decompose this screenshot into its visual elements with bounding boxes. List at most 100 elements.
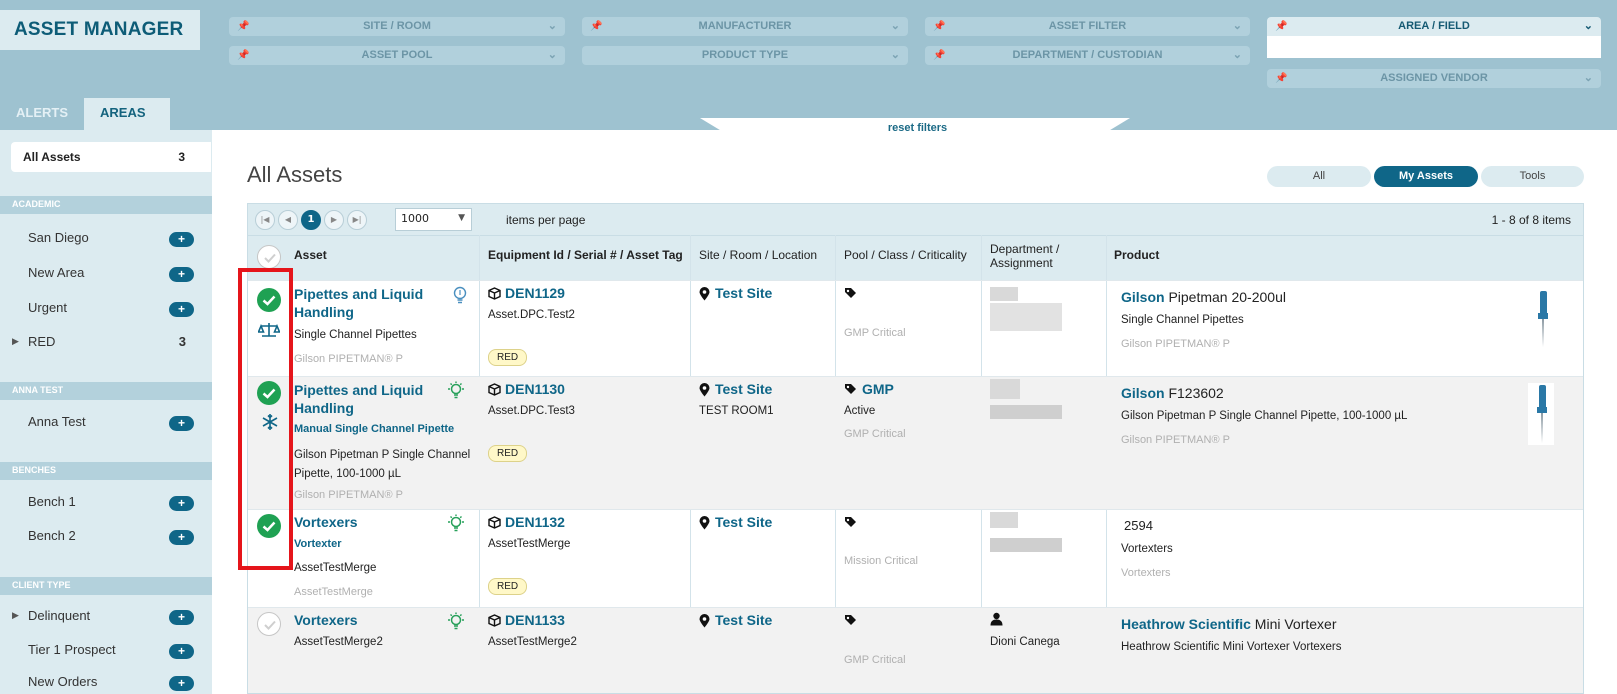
asset-name-line: Handling — [294, 304, 354, 320]
site-link[interactable]: Test Site — [715, 285, 772, 301]
add-icon[interactable]: + — [169, 496, 194, 511]
site-link[interactable]: Test Site — [715, 612, 772, 628]
add-icon[interactable]: + — [169, 610, 194, 625]
annotation-highlight-box — [238, 268, 293, 570]
column-label: Department / — [990, 242, 1060, 256]
tab-alerts[interactable]: ALERTS — [0, 98, 84, 130]
section-header-anna-test: ANNA TEST — [0, 382, 212, 400]
equipment-id-link[interactable]: DEN1129 — [505, 285, 565, 301]
sidebar-item-delinquent[interactable]: ▶ Delinquent + — [0, 604, 212, 628]
filter-product-type[interactable]: PRODUCT TYPE ⌄ — [582, 46, 908, 65]
sidebar-item-anna-test[interactable]: Anna Test + — [0, 410, 212, 434]
asset-type-link[interactable]: Vortexter — [294, 538, 341, 550]
check-icon — [264, 620, 276, 630]
pin-icon: 📌 — [237, 21, 250, 32]
table-row[interactable]: Vortexers AssetTestMerge2 DEN1133 AssetT… — [248, 607, 1583, 693]
bulb-icon[interactable] — [444, 381, 468, 402]
table-row[interactable]: Vortexers Vortexter AssetTestMerge Asset… — [248, 509, 1583, 607]
location-pin-icon — [699, 614, 710, 631]
table-row[interactable]: Pipettes and Liquid Handling Manual Sing… — [248, 376, 1583, 509]
product-title[interactable]: Gilson Pipetman 20-200ul — [1121, 289, 1286, 305]
equipment-id-link[interactable]: DEN1130 — [505, 381, 565, 397]
product-title[interactable]: Heathrow Scientific Mini Vortexer — [1121, 616, 1337, 632]
sidebar-item-tier-1-prospect[interactable]: Tier 1 Prospect + — [0, 638, 212, 662]
sidebar-item-new-area[interactable]: New Area + — [0, 261, 212, 285]
equipment-id-link[interactable]: DEN1133 — [505, 612, 565, 628]
pipette-image — [1530, 289, 1554, 352]
first-page-icon[interactable]: |◀ — [255, 210, 275, 230]
next-page-icon[interactable]: ▶ — [324, 210, 344, 230]
sidebar-item-label: New Area — [28, 265, 85, 280]
pool-status: Active — [844, 405, 876, 417]
sidebar-item-bench-1[interactable]: Bench 1 + — [0, 490, 212, 514]
reset-filters-link[interactable]: reset filters — [0, 122, 1617, 134]
filter-asset-filter[interactable]: 📌 ASSET FILTER ⌄ — [925, 17, 1250, 36]
asset-name-link[interactable]: Pipettes and Liquid Handling — [294, 285, 423, 321]
site-link[interactable]: Test Site — [715, 514, 772, 530]
sidebar-item-bench-2[interactable]: Bench 2 + — [0, 524, 212, 548]
site-link[interactable]: Test Site — [715, 381, 772, 397]
column-header-asset[interactable]: Asset — [294, 248, 327, 262]
pool-link[interactable]: GMP — [862, 381, 894, 397]
sidebar-item-all-assets[interactable]: All Assets 3 — [11, 142, 211, 172]
filter-department-custodian[interactable]: 📌 DEPARTMENT / CUSTODIAN ⌄ — [925, 46, 1250, 65]
add-icon[interactable]: + — [169, 302, 194, 317]
column-header-product[interactable]: Product — [1114, 248, 1159, 262]
add-icon[interactable]: + — [169, 530, 194, 545]
add-icon[interactable]: + — [169, 416, 194, 431]
sidebar-item-san-diego[interactable]: San Diego + — [0, 226, 212, 250]
product-model: Mini Vortexer — [1250, 616, 1337, 632]
sidebar-item-red[interactable]: ▶ RED 3 — [0, 330, 212, 354]
filter-site-room[interactable]: 📌 SITE / ROOM ⌄ — [229, 17, 565, 36]
status-badge: RED — [488, 578, 528, 595]
column-header-department[interactable]: Department / Assignment — [990, 242, 1059, 270]
column-header-equipment[interactable]: Equipment Id / Serial # / Asset Tag — [488, 248, 683, 262]
filter-area-field[interactable]: 📌 AREA / FIELD ⌄ — [1267, 17, 1601, 36]
product-title[interactable]: 2594 — [1124, 518, 1153, 533]
column-header-site[interactable]: Site / Room / Location — [699, 248, 817, 262]
prev-page-icon[interactable]: ◀ — [278, 210, 298, 230]
sidebar-item-new-orders[interactable]: New Orders + — [0, 670, 212, 694]
filter-assigned-vendor[interactable]: 📌 ASSIGNED VENDOR ⌄ — [1267, 69, 1601, 88]
asset-grid: |◀ ◀ 1 ▶ ▶| 1000 ▼ items per page 1 - 8 … — [247, 203, 1584, 694]
segment-my-assets[interactable]: My Assets — [1374, 166, 1478, 187]
bulb-icon[interactable] — [444, 514, 468, 535]
filter-manufacturer[interactable]: 📌 MANUFACTURER ⌄ — [582, 17, 908, 36]
asset-description: Single Channel Pipettes — [294, 329, 417, 341]
chevron-down-icon: ⌄ — [1583, 20, 1593, 32]
pin-icon: 📌 — [237, 50, 250, 61]
filter-asset-pool[interactable]: 📌 ASSET POOL ⌄ — [229, 46, 565, 65]
last-page-icon[interactable]: ▶| — [347, 210, 367, 230]
equipment-id-link[interactable]: DEN1132 — [505, 514, 565, 530]
add-icon[interactable]: + — [169, 232, 194, 247]
asset-name-link[interactable]: Vortexers — [294, 514, 358, 530]
bulb-icon[interactable] — [444, 612, 468, 633]
product-brand: Gilson — [1121, 289, 1165, 305]
sidebar-item-urgent[interactable]: Urgent + — [0, 296, 212, 320]
asset-description-line: Pipette, 100-1000 µL — [294, 468, 402, 480]
per-page-select[interactable]: 1000 ▼ — [395, 208, 472, 231]
redacted-department — [990, 379, 1020, 399]
select-all-checkbox[interactable] — [257, 245, 281, 269]
row-checkbox[interactable] — [257, 612, 281, 636]
column-label: / Serial # / Asset Tag — [564, 248, 683, 262]
add-icon[interactable]: + — [169, 676, 194, 691]
bulb-icon[interactable] — [452, 286, 468, 307]
asset-name-link[interactable]: Pipettes and Liquid Handling — [294, 381, 423, 417]
caret-right-icon[interactable]: ▶ — [12, 336, 19, 347]
asset-name-link[interactable]: Vortexers — [294, 612, 358, 628]
add-icon[interactable]: + — [169, 644, 194, 659]
table-row[interactable]: Pipettes and Liquid Handling Single Chan… — [248, 280, 1583, 376]
area-field-input[interactable] — [1267, 36, 1601, 58]
product-title[interactable]: Gilson F123602 — [1121, 385, 1224, 401]
caret-right-icon[interactable]: ▶ — [12, 610, 19, 621]
sidebar-item-label: Urgent — [28, 300, 68, 315]
column-header-pool[interactable]: Pool / Class / Criticality — [844, 248, 967, 262]
page-number[interactable]: 1 — [301, 210, 321, 230]
section-header-academic: ACADEMIC — [0, 196, 212, 214]
add-icon[interactable]: + — [169, 267, 194, 282]
tab-areas[interactable]: AREAS — [84, 98, 170, 130]
segment-all[interactable]: All — [1267, 166, 1371, 187]
segment-tools[interactable]: Tools — [1481, 166, 1584, 187]
asset-type-link[interactable]: Manual Single Channel Pipette — [294, 423, 454, 435]
